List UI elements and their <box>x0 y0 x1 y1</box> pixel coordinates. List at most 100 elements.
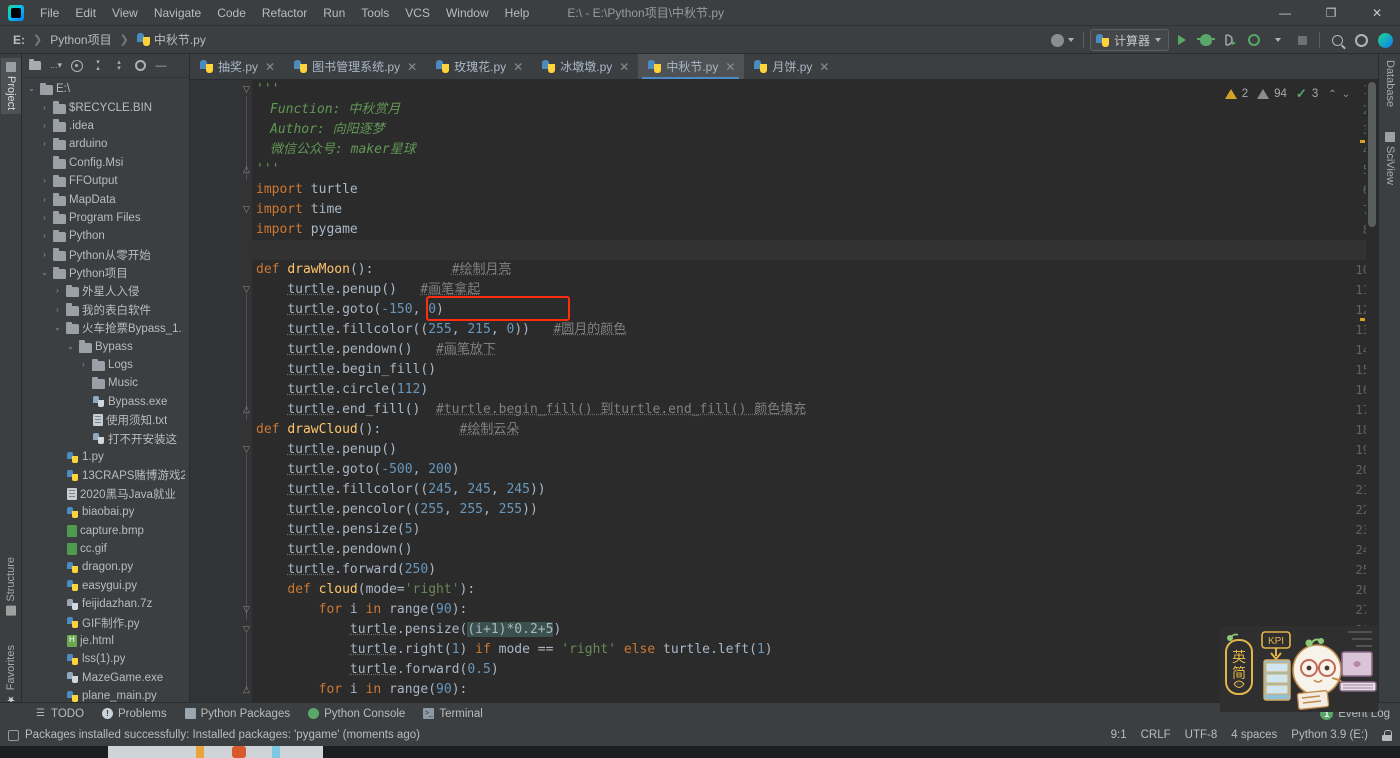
taskbar-icon-2[interactable] <box>232 746 246 758</box>
lock-icon[interactable] <box>1382 729 1392 741</box>
indent-setting[interactable]: 4 spaces <box>1231 729 1277 741</box>
close-button[interactable]: ✕ <box>1354 0 1400 26</box>
project-settings-button[interactable] <box>130 56 150 76</box>
editor-tab[interactable]: 玫瑰花.py ✕ <box>426 54 532 79</box>
tool-button-todo[interactable]: ☰ TODO <box>26 706 93 722</box>
tree-node[interactable]: ⌄ E:\ <box>22 80 189 98</box>
code-line[interactable] <box>252 240 1378 260</box>
scrollbar-thumb[interactable] <box>1368 82 1376 227</box>
tree-node[interactable]: 2020黑马Java就业 <box>22 485 189 503</box>
expand-all-button[interactable]: ▾ ▴ <box>88 56 108 76</box>
fold-toggle-icon-7[interactable]: ▽ <box>242 604 251 614</box>
editor-tab[interactable]: 图书管理系统.py ✕ <box>284 54 426 79</box>
code-line[interactable]: import time <box>252 200 1378 220</box>
tree-node[interactable]: je.html <box>22 632 189 650</box>
fold-toggle-icon-8[interactable]: ▽ <box>242 624 251 634</box>
chevron-right-icon[interactable]: › <box>39 135 50 153</box>
menu-tools[interactable]: Tools <box>353 3 397 23</box>
error-stripe-weak[interactable] <box>1360 692 1365 695</box>
code-line[interactable]: import turtle <box>252 180 1378 200</box>
collapse-all-button[interactable]: ▴ ▾ <box>109 56 129 76</box>
menu-run[interactable]: Run <box>315 3 353 23</box>
file-encoding[interactable]: UTF-8 <box>1185 729 1218 741</box>
fold-toggle-icon-9[interactable]: △ <box>242 684 251 694</box>
fold-toggle-icon[interactable]: ▽ <box>242 84 251 94</box>
close-tab-icon[interactable]: ✕ <box>619 60 629 74</box>
menu-code[interactable]: Code <box>209 3 254 23</box>
code-fold-gutter[interactable]: ▽ △ ▽ ▽ △ ▽ ▽ ▽ △ <box>238 80 252 712</box>
code-line[interactable]: turtle.pensize(5) <box>252 520 1378 540</box>
tree-node[interactable]: biaobai.py <box>22 503 189 521</box>
fold-toggle-icon-6[interactable]: ▽ <box>242 444 251 454</box>
chevron-right-icon[interactable]: › <box>52 282 63 300</box>
code-line[interactable]: turtle.goto(-150, 0) <box>252 300 1378 320</box>
fold-toggle-icon-3[interactable]: ▽ <box>242 204 251 214</box>
menu-refactor[interactable]: Refactor <box>254 3 315 23</box>
code-line[interactable]: turtle.goto(-500, 200) <box>252 460 1378 480</box>
inspection-widget[interactable]: 2 94 ✓ 3 ⌃ ⌄ <box>1220 84 1354 104</box>
chevron-down-icon[interactable]: ⌄ <box>52 319 63 337</box>
chevron-right-icon[interactable]: › <box>39 191 50 209</box>
code-line[interactable]: turtle.fillcolor((245, 245, 245)) <box>252 480 1378 500</box>
event-log-button[interactable]: 1 Event Log <box>1320 707 1390 720</box>
tree-node[interactable]: Config.Msi <box>22 154 189 172</box>
search-everywhere-button[interactable] <box>1326 29 1348 51</box>
tree-node[interactable]: dragon.py <box>22 558 189 576</box>
caret-position[interactable]: 9:1 <box>1111 729 1127 741</box>
menu-window[interactable]: Window <box>438 3 497 23</box>
code-line[interactable]: turtle.end_fill() #turtle.begin_fill() 到… <box>252 400 1378 420</box>
tree-node[interactable]: › $RECYCLE.BIN <box>22 98 189 116</box>
tree-node[interactable]: MazeGame.exe <box>22 669 189 687</box>
chevron-right-icon[interactable]: › <box>39 246 50 264</box>
code-line[interactable]: turtle.fillcolor((255, 215, 0)) #圆月的颜色 <box>252 320 1378 340</box>
fold-toggle-icon-4[interactable]: ▽ <box>242 284 251 294</box>
code-line[interactable]: turtle.pensize((i+1)*0.2+5) <box>252 620 1378 640</box>
tree-node[interactable]: › FFOutput <box>22 172 189 190</box>
code-line[interactable]: turtle.begin_fill() <box>252 360 1378 380</box>
tree-node[interactable]: feijidazhan.7z <box>22 595 189 613</box>
fold-toggle-icon-5[interactable]: △ <box>242 404 251 414</box>
code-line[interactable]: for i in range(90): <box>252 600 1378 620</box>
tree-node[interactable]: 打不开安装这 <box>22 429 189 447</box>
minimize-button[interactable]: — <box>1262 0 1308 26</box>
chevron-right-icon[interactable]: › <box>39 117 50 135</box>
editor-vertical-scrollbar[interactable] <box>1366 80 1378 712</box>
rail-button-structure[interactable]: Structure <box>5 557 17 616</box>
tree-node[interactable]: › Logs <box>22 356 189 374</box>
tree-node[interactable]: GIF制作.py <box>22 613 189 631</box>
code-line[interactable]: turtle.forward(250) <box>252 560 1378 580</box>
status-message[interactable]: Packages installed successfully: Install… <box>0 729 420 741</box>
project-scope-button[interactable] <box>25 56 45 76</box>
settings-button[interactable] <box>1350 29 1372 51</box>
editor-tab[interactable]: 月饼.py ✕ <box>744 54 838 79</box>
error-stripe-warning[interactable] <box>1360 140 1365 143</box>
profile-dropdown[interactable] <box>1267 29 1289 51</box>
chevron-down-icon[interactable]: ⌄ <box>39 264 50 282</box>
chevron-right-icon[interactable]: › <box>78 356 89 374</box>
code-line[interactable]: def drawCloud(): #绘制云朵 <box>252 420 1378 440</box>
chevron-right-icon[interactable]: › <box>52 301 63 319</box>
taskbar-window-preview[interactable] <box>108 746 323 758</box>
code-content[interactable]: ''' Function: 中秋赏月 Author: 向阳逐梦 微信公众号: make… <box>252 80 1378 712</box>
code-line[interactable]: Author: 向阳逐梦 <box>252 120 1378 140</box>
close-tab-icon[interactable]: ✕ <box>725 60 735 74</box>
code-line[interactable]: turtle.circle(112) <box>252 380 1378 400</box>
breadcrumb-drive[interactable]: E: <box>8 31 30 49</box>
code-line[interactable]: for i in range(90): <box>252 680 1378 700</box>
taskbar-icon-1[interactable] <box>196 746 204 758</box>
tree-node[interactable]: capture.bmp <box>22 521 189 539</box>
chevron-right-icon[interactable]: › <box>39 227 50 245</box>
tree-node[interactable]: › Program Files <box>22 209 189 227</box>
run-button[interactable] <box>1171 29 1193 51</box>
code-line[interactable]: turtle.forward(0.5) <box>252 660 1378 680</box>
code-line[interactable]: 微信公众号: maker星球 <box>252 140 1378 160</box>
chevron-right-icon[interactable]: › <box>39 172 50 190</box>
menu-view[interactable]: View <box>104 3 146 23</box>
code-line[interactable]: turtle.penup() <box>252 440 1378 460</box>
tree-node[interactable]: cc.gif <box>22 540 189 558</box>
tool-button-python-console[interactable]: Python Console <box>299 706 414 722</box>
close-tab-icon[interactable]: ✕ <box>265 60 275 74</box>
scroll-from-source-button[interactable] <box>67 56 87 76</box>
code-line[interactable]: turtle.right(1) if mode == 'right' else … <box>252 640 1378 660</box>
editor-tab[interactable]: 冰墩墩.py ✕ <box>532 54 638 79</box>
